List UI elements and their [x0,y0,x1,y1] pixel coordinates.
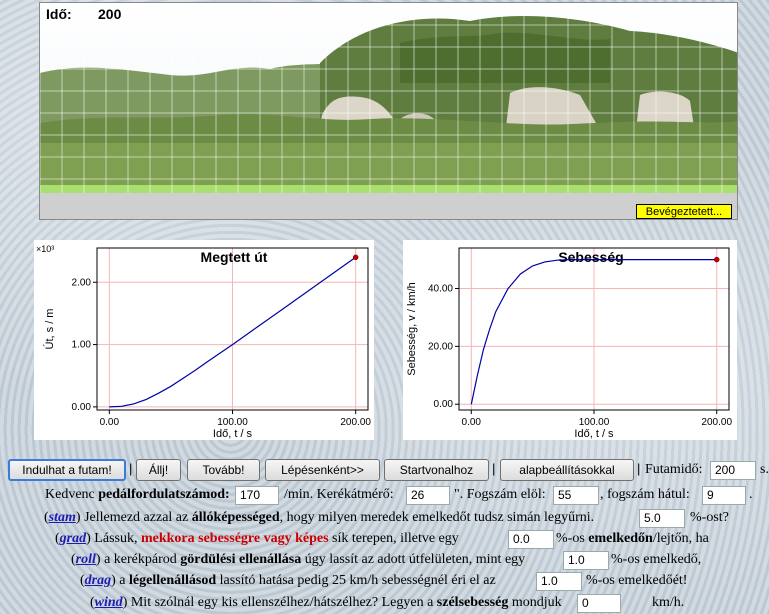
y-tick-label: 40.00 [428,284,453,295]
drag-text-post: lassító hatása pedig 25 km/h sebességnél… [216,573,496,588]
stamina-unit: %-ost? [690,510,729,525]
simulation-scene: Idő: 200 Bevégeztetett... [39,2,738,220]
roll-text-post: úgy lassít az adott útfelületen, mint eg… [301,552,526,567]
y-tick-label: 0.00 [434,399,454,410]
drag-unit: %-os emelkedőét! [586,573,688,588]
stam-bold: állóképességed [191,510,280,525]
x-axis-label: Idő, t / s [213,428,253,440]
cadence-unit: /min. Kerékátmérő: [284,487,394,502]
drag-bold: légellenállásod [129,573,217,588]
roll-link[interactable]: roll [76,552,96,567]
wind-text: Mit szólnál egy kis ellenszélhez/hátszél… [127,595,437,610]
drag-link[interactable]: drag [85,573,111,588]
separator: | [129,461,133,476]
grad-text: Lássuk, [90,531,141,546]
chart-title: Sebesség [558,249,623,265]
x-tick-label: 100.00 [579,417,610,428]
rear-teeth-end: . [749,487,753,502]
x-tick-label: 200.00 [340,417,371,428]
x-tick-label: 100.00 [217,417,248,428]
wheel-diameter-input[interactable]: 26 [406,486,450,505]
rolling-unit: %-os emelkedő, [611,552,702,567]
wheel-unit: ". Fogszám elöl: [454,487,546,502]
start-race-button[interactable]: Indulhat a futam! [8,459,126,481]
grad-highlight: mekkora sebességre vagy képes [140,531,329,546]
front-teeth-input[interactable]: 55 [553,486,599,505]
stam-link[interactable]: stam [49,510,76,525]
stam-text: Jellemezd azzal az [80,510,192,525]
time-label: Idő: [46,6,72,22]
cadence-label: Kedvenc [45,487,99,502]
resume-button[interactable]: Tovább! [187,459,260,481]
y-tick-label: 1.00 [72,340,92,351]
speed-chart: 0.00 100.00 200.00 0.00 20.00 40.00 Idő, t / s… [403,240,737,440]
reset-to-start-button[interactable]: Startvonalhoz [384,459,489,481]
drag-text: a [115,573,130,588]
wind-bold: szélsebesség [436,595,509,610]
rear-teeth-label: , fogszám hátul: [600,487,690,502]
separator: | [492,461,496,476]
finished-status-badge: Bevégeztetett... [636,204,732,219]
stop-button[interactable]: Állj! [136,459,181,481]
drag-input[interactable]: 1.0 [536,572,582,591]
defaults-button[interactable]: alapbeállításokkal [500,459,634,481]
stam-text-post: , hogy milyen meredek emelkedőt tudsz si… [279,510,595,525]
separator: | [637,461,641,476]
endpoint-marker [713,256,720,263]
wind-link[interactable]: wind [95,595,123,610]
landscape-image [40,3,737,219]
cadence-input[interactable]: 170 [235,486,279,505]
x-tick-label: 0.00 [100,417,120,428]
y-multiplier-label: ×10³ [36,244,54,254]
roll-text: a kerékpárod [100,552,181,567]
gradient-unit: %-os [556,531,589,546]
wind-text-post: mondjuk [508,595,562,610]
runtime-unit: s. [760,462,769,477]
grad-link[interactable]: grad [60,531,86,546]
distance-chart-plot: 0.00 100.00 200.00 0.00 1.00 2.00 Idő, t / s Út… [36,244,371,440]
roll-bold: gördülési ellenállása [180,552,302,567]
grad-text-mid: sík terepen, illetve egy [328,531,459,546]
chart-title: Megtett út [201,249,268,265]
wind-speed-input[interactable]: 0 [577,594,621,613]
wind-unit: km/h. [652,595,685,610]
stamina-input[interactable]: 5.0 [639,509,685,528]
distance-chart: 0.00 100.00 200.00 0.00 1.00 2.00 Idő, t / s Út… [34,240,374,440]
time-value: 200 [98,6,122,22]
x-axis-label: Idő, t / s [574,428,614,440]
x-tick-label: 200.00 [701,417,732,428]
x-tick-label: 0.00 [462,417,482,428]
cadence-label-bold: pedálfordulatszámod: [98,487,230,502]
y-tick-label: 0.00 [72,402,92,413]
y-axis-label: Sebesség, v / km/h [406,282,418,376]
gradient-bold: emelkedőn [588,531,653,546]
endpoint-marker [352,254,359,261]
rear-teeth-input[interactable]: 9 [702,486,746,505]
rolling-resistance-input[interactable]: 1.0 [563,551,609,570]
y-tick-label: 2.00 [72,277,92,288]
runtime-input[interactable]: 200 [710,461,756,480]
y-tick-label: 20.00 [428,341,453,352]
step-button[interactable]: Lépésenként>> [265,459,380,481]
speed-chart-plot: 0.00 100.00 200.00 0.00 20.00 40.00 Idő, t / s… [406,247,732,440]
runtime-label: Futamidő: [645,462,703,477]
gradient-text-post: /lejtőn, ha [652,531,709,546]
gradient-input[interactable]: 0.0 [508,530,554,549]
y-axis-label: Út, s / m [43,309,56,350]
